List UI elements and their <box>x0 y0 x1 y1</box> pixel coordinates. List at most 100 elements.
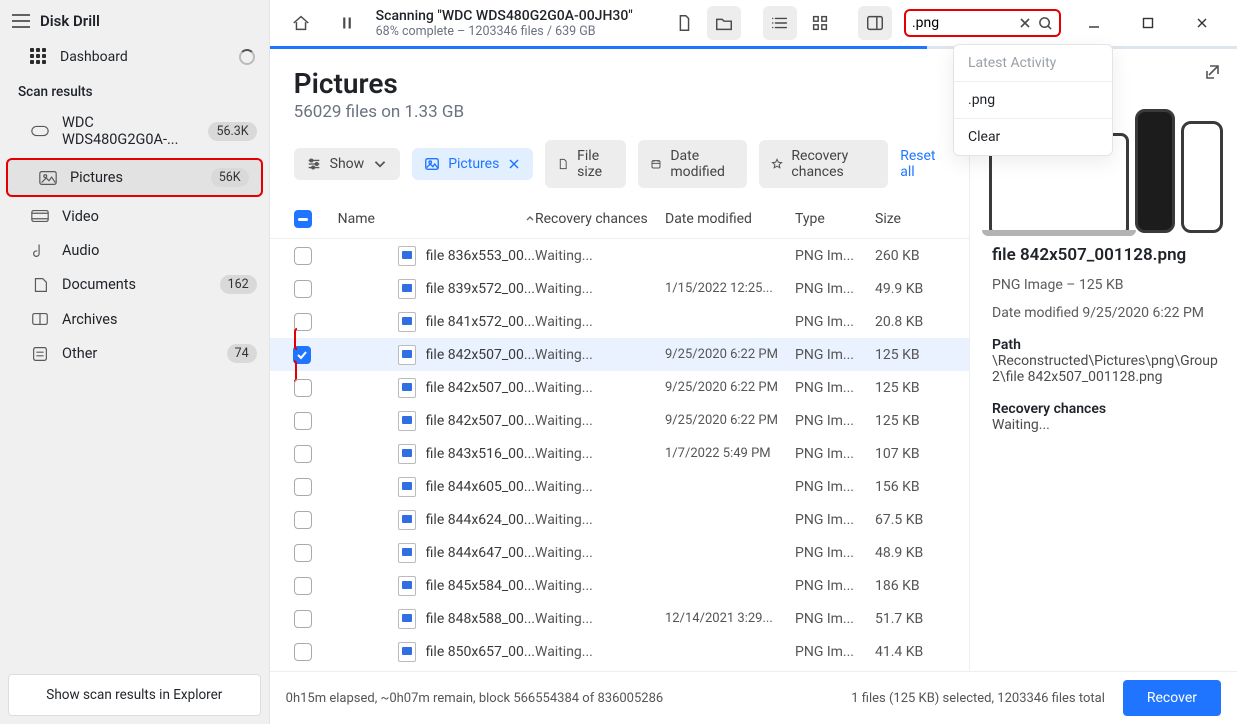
cell-recovery: Waiting... <box>535 248 665 264</box>
menu-icon[interactable] <box>12 14 30 28</box>
sidebar-item-disk[interactable]: WDC WDS480G2G0A-... 56.3K <box>0 106 269 156</box>
row-checkbox[interactable] <box>294 478 312 496</box>
sidebar-item-documents[interactable]: Documents 162 <box>0 267 269 302</box>
row-checkbox[interactable] <box>294 544 312 562</box>
recover-button[interactable]: Recover <box>1123 680 1221 716</box>
cell-type: PNG Im... <box>795 281 875 297</box>
page-subtitle: 56029 files on 1.33 GB <box>294 102 945 122</box>
table-row[interactable]: file 845x584_00...Waiting...PNG Im...186… <box>270 569 969 602</box>
cell-type: PNG Im... <box>795 512 875 528</box>
sidebar-item-pictures[interactable]: Pictures 56K <box>6 158 263 197</box>
select-all-checkbox[interactable] <box>294 210 338 228</box>
table-row[interactable]: file 836x553_00...Waiting...PNG Im...260… <box>270 239 969 272</box>
table-row[interactable]: file 844x647_00...Waiting...PNG Im...48.… <box>270 536 969 569</box>
table-row[interactable]: file 841x572_00...Waiting...PNG Im...20.… <box>270 305 969 338</box>
window-close-button[interactable] <box>1181 7 1223 39</box>
pause-button[interactable] <box>330 6 364 40</box>
column-header-size[interactable]: Size <box>875 211 945 227</box>
audio-icon <box>30 241 50 259</box>
pictures-filter-chip[interactable]: Pictures <box>412 148 533 180</box>
row-checkbox[interactable] <box>294 412 312 430</box>
count-badge: 162 <box>220 275 257 294</box>
table-row[interactable]: file 839x572_00...Waiting...1/15/2022 12… <box>270 272 969 305</box>
sidebar-item-other[interactable]: Other 74 <box>0 336 269 371</box>
sidebar-item-dashboard[interactable]: Dashboard <box>0 38 269 76</box>
search-suggestion-item[interactable]: .png <box>954 82 1112 118</box>
table-row[interactable]: file 842x507_00...Waiting...9/25/2020 6:… <box>270 371 969 404</box>
toggle-preview-button[interactable] <box>858 6 892 40</box>
show-filter-chip[interactable]: Show <box>294 148 401 180</box>
cell-recovery: Waiting... <box>535 512 665 528</box>
video-icon <box>30 207 50 225</box>
file-size-filter-chip[interactable]: File size <box>545 140 626 188</box>
scan-status-detail: 68% complete – 1203346 files / 639 GB <box>376 24 646 39</box>
column-header-name[interactable]: Name <box>338 211 535 227</box>
search-input[interactable] <box>912 15 1012 31</box>
row-checkbox[interactable] <box>294 511 312 529</box>
row-checkbox[interactable] <box>293 346 311 364</box>
row-checkbox[interactable] <box>294 247 312 265</box>
table-row[interactable]: file 848x588_00...Waiting...12/14/2021 3… <box>270 602 969 635</box>
date-modified-filter-chip[interactable]: Date modified <box>638 140 747 188</box>
search-clear-item[interactable]: Clear <box>954 119 1112 155</box>
sidebar-item-audio[interactable]: Audio <box>0 233 269 267</box>
details-meta: PNG Image – 125 KB <box>992 277 1219 293</box>
list-view-button[interactable] <box>763 6 797 40</box>
search-field[interactable] <box>904 9 1061 37</box>
cell-size: 41.4 KB <box>875 644 945 660</box>
clear-search-icon[interactable] <box>1018 16 1032 30</box>
show-in-explorer-button[interactable]: Show scan results in Explorer <box>8 674 261 716</box>
table-row[interactable]: file 842x507_00...Waiting...9/25/2020 6:… <box>270 404 969 437</box>
column-header-date[interactable]: Date modified <box>665 211 795 227</box>
cell-date: 1/15/2022 12:25... <box>665 281 795 296</box>
disk-icon <box>30 122 50 140</box>
cell-size: 51.7 KB <box>875 611 945 627</box>
cell-size: 186 KB <box>875 578 945 594</box>
folder-view-button[interactable] <box>707 6 741 40</box>
cell-recovery: Waiting... <box>535 644 665 660</box>
popout-icon[interactable] <box>1203 63 1221 81</box>
file-name: file 842x507_00... <box>426 380 535 396</box>
table-row[interactable]: file 842x507_00...Waiting...9/25/2020 6:… <box>270 338 969 371</box>
sidebar-item-label: Other <box>62 345 215 362</box>
window-minimize-button[interactable] <box>1073 7 1115 39</box>
file-name: file 839x572_00... <box>426 281 535 297</box>
reset-filters-button[interactable]: Reset all <box>900 148 945 180</box>
table-row[interactable]: file 844x624_00...Waiting...PNG Im...67.… <box>270 503 969 536</box>
row-checkbox[interactable] <box>294 280 312 298</box>
search-icon[interactable] <box>1038 16 1053 31</box>
count-badge: 56K <box>211 168 249 187</box>
sidebar-item-video[interactable]: Video <box>0 199 269 233</box>
sidebar-item-label: Video <box>62 208 257 225</box>
scan-status-title: Scanning "WDC WDS480G2G0A-00JH30" <box>376 8 646 24</box>
file-name: file 836x553_00... <box>426 248 535 264</box>
file-type-icon <box>398 642 416 662</box>
file-type-icon <box>398 543 416 563</box>
sidebar-item-archives[interactable]: Archives <box>0 302 269 336</box>
home-button[interactable] <box>284 6 318 40</box>
cell-size: 107 KB <box>875 446 945 462</box>
row-checkbox[interactable] <box>294 445 312 463</box>
table-row[interactable]: file 843x516_00...Waiting...1/7/2022 5:4… <box>270 437 969 470</box>
app-title: Disk Drill <box>40 12 100 30</box>
sidebar-item-label: Audio <box>62 242 257 259</box>
row-checkbox[interactable] <box>294 577 312 595</box>
file-type-icon <box>398 378 416 398</box>
file-icon <box>557 156 569 172</box>
row-checkbox[interactable] <box>294 379 312 397</box>
table-row[interactable]: file 850x657_00...Waiting...PNG Im...41.… <box>270 635 969 668</box>
table-row[interactable]: file 844x605_00...Waiting...PNG Im...156… <box>270 470 969 503</box>
column-header-type[interactable]: Type <box>795 211 875 227</box>
row-checkbox[interactable] <box>294 643 312 661</box>
recovery-chances-filter-chip[interactable]: Recovery chances <box>759 140 888 188</box>
grid-view-button[interactable] <box>803 6 837 40</box>
column-header-recovery[interactable]: Recovery chances <box>535 211 665 227</box>
window-maximize-button[interactable] <box>1127 7 1169 39</box>
calendar-icon <box>650 156 662 172</box>
star-icon <box>771 156 783 172</box>
close-icon[interactable] <box>507 157 521 171</box>
row-checkbox[interactable] <box>294 610 312 628</box>
file-view-button[interactable] <box>667 6 701 40</box>
cell-type: PNG Im... <box>795 248 875 264</box>
cell-recovery: Waiting... <box>535 578 665 594</box>
